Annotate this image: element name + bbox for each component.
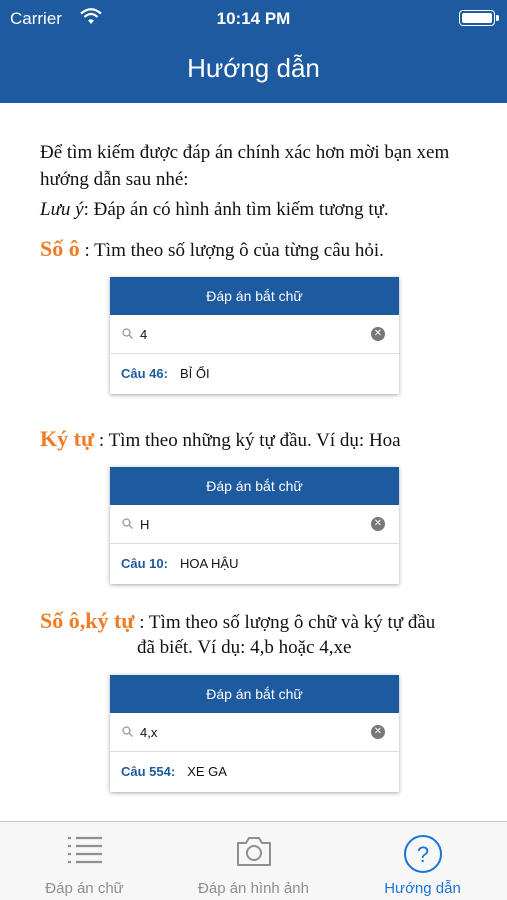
- demo-card-so-o-ky-tu: Đáp án bắt chữ 4,x ✕ Câu 554: XE GA: [110, 675, 399, 792]
- tab-dap-an-hinh-anh[interactable]: Đáp án hình ảnh: [169, 822, 338, 900]
- tab-label: Hướng dẫn: [384, 880, 461, 897]
- section-desc: : Tìm theo số lượng ô chữ và ký tự đầu: [134, 612, 436, 633]
- list-icon: [67, 836, 102, 864]
- section-keyword: Số ô: [40, 236, 80, 261]
- search-icon: [122, 726, 133, 737]
- section-desc: : Tìm theo số lượng ô của từng câu hỏi.: [79, 240, 384, 261]
- demo-header: Đáp án bắt chữ: [110, 277, 399, 315]
- section-so-o-ky-tu: Số ô,ký tự : Tìm theo số lượng ô chữ và …: [40, 608, 435, 636]
- section-keyword: Ký tự: [40, 426, 95, 451]
- section-so-o: Số ô : Tìm theo số lượng ô của từng câu …: [40, 236, 384, 264]
- guide-content: Để tìm kiếm được đáp án chính xác hơn mờ…: [0, 103, 507, 821]
- question-number: Câu 10:: [121, 556, 168, 571]
- demo-query: 4: [140, 327, 148, 342]
- question-number: Câu 46:: [121, 366, 168, 381]
- demo-search-field: 4 ✕: [110, 315, 399, 354]
- demo-search-field: 4,x ✕: [110, 713, 399, 752]
- clear-icon: ✕: [371, 725, 385, 739]
- demo-query: 4,x: [140, 725, 158, 740]
- tab-bar: Đáp án chữ Đáp án hình ảnh ? Hướng dẫn: [0, 821, 507, 900]
- section-desc: : Tìm theo những ký tự đầu. Ví dụ: Hoa: [94, 430, 401, 451]
- svg-text:?: ?: [416, 842, 428, 867]
- camera-icon: [236, 837, 271, 866]
- note-text: Lưu ý: Đáp án có hình ảnh tìm kiếm tương…: [40, 199, 389, 221]
- note-label: Lưu ý: [40, 199, 84, 220]
- demo-result-row: Câu 46: BỈ ỔI: [110, 354, 399, 394]
- demo-card-ky-tu: Đáp án bắt chữ H ✕ Câu 10: HOA HẬU: [110, 467, 399, 584]
- tab-dap-an-chu[interactable]: Đáp án chữ: [0, 822, 169, 900]
- clear-icon: ✕: [371, 517, 385, 531]
- demo-result-row: Câu 554: XE GA: [110, 752, 399, 792]
- demo-result-row: Câu 10: HOA HẬU: [110, 544, 399, 584]
- tab-huong-dan[interactable]: ? Hướng dẫn: [338, 822, 507, 900]
- demo-header: Đáp án bắt chữ: [110, 467, 399, 505]
- search-icon: [122, 328, 133, 339]
- search-icon: [122, 518, 133, 529]
- answer-text: BỈ ỔI: [179, 366, 210, 381]
- answer-text: HOA HẬU: [179, 556, 239, 571]
- section-desc-line2: đã biết. Ví dụ: 4,b hoặc 4,xe: [137, 637, 352, 658]
- note-body: : Đáp án có hình ảnh tìm kiếm tương tự.: [83, 199, 389, 220]
- status-time: 10:14 PM: [216, 9, 291, 28]
- status-bar: Carrier 10:14 PM: [0, 0, 507, 36]
- intro-text: Để tìm kiếm được đáp án chính xác hơn mờ…: [40, 142, 450, 190]
- demo-header: Đáp án bắt chữ: [110, 675, 399, 713]
- battery-icon: [459, 10, 499, 26]
- help-icon: ?: [403, 835, 442, 873]
- page-title: Hướng dẫn: [187, 53, 320, 83]
- demo-card-so-o: Đáp án bắt chữ 4 ✕ Câu 46: BỈ ỔI: [110, 277, 399, 394]
- clear-icon: ✕: [371, 327, 385, 341]
- demo-search-field: H ✕: [110, 505, 399, 544]
- section-ky-tu: Ký tự : Tìm theo những ký tự đầu. Ví dụ:…: [40, 426, 401, 454]
- tab-label: Đáp án hình ảnh: [198, 880, 309, 897]
- section-keyword: Số ô,ký tự: [40, 608, 135, 633]
- answer-text: XE GA: [187, 764, 227, 779]
- demo-query: H: [140, 517, 150, 532]
- navigation-header: Carrier 10:14 PM Hướng dẫn: [0, 0, 507, 103]
- question-number: Câu 554:: [121, 764, 176, 779]
- tab-label: Đáp án chữ: [45, 880, 124, 897]
